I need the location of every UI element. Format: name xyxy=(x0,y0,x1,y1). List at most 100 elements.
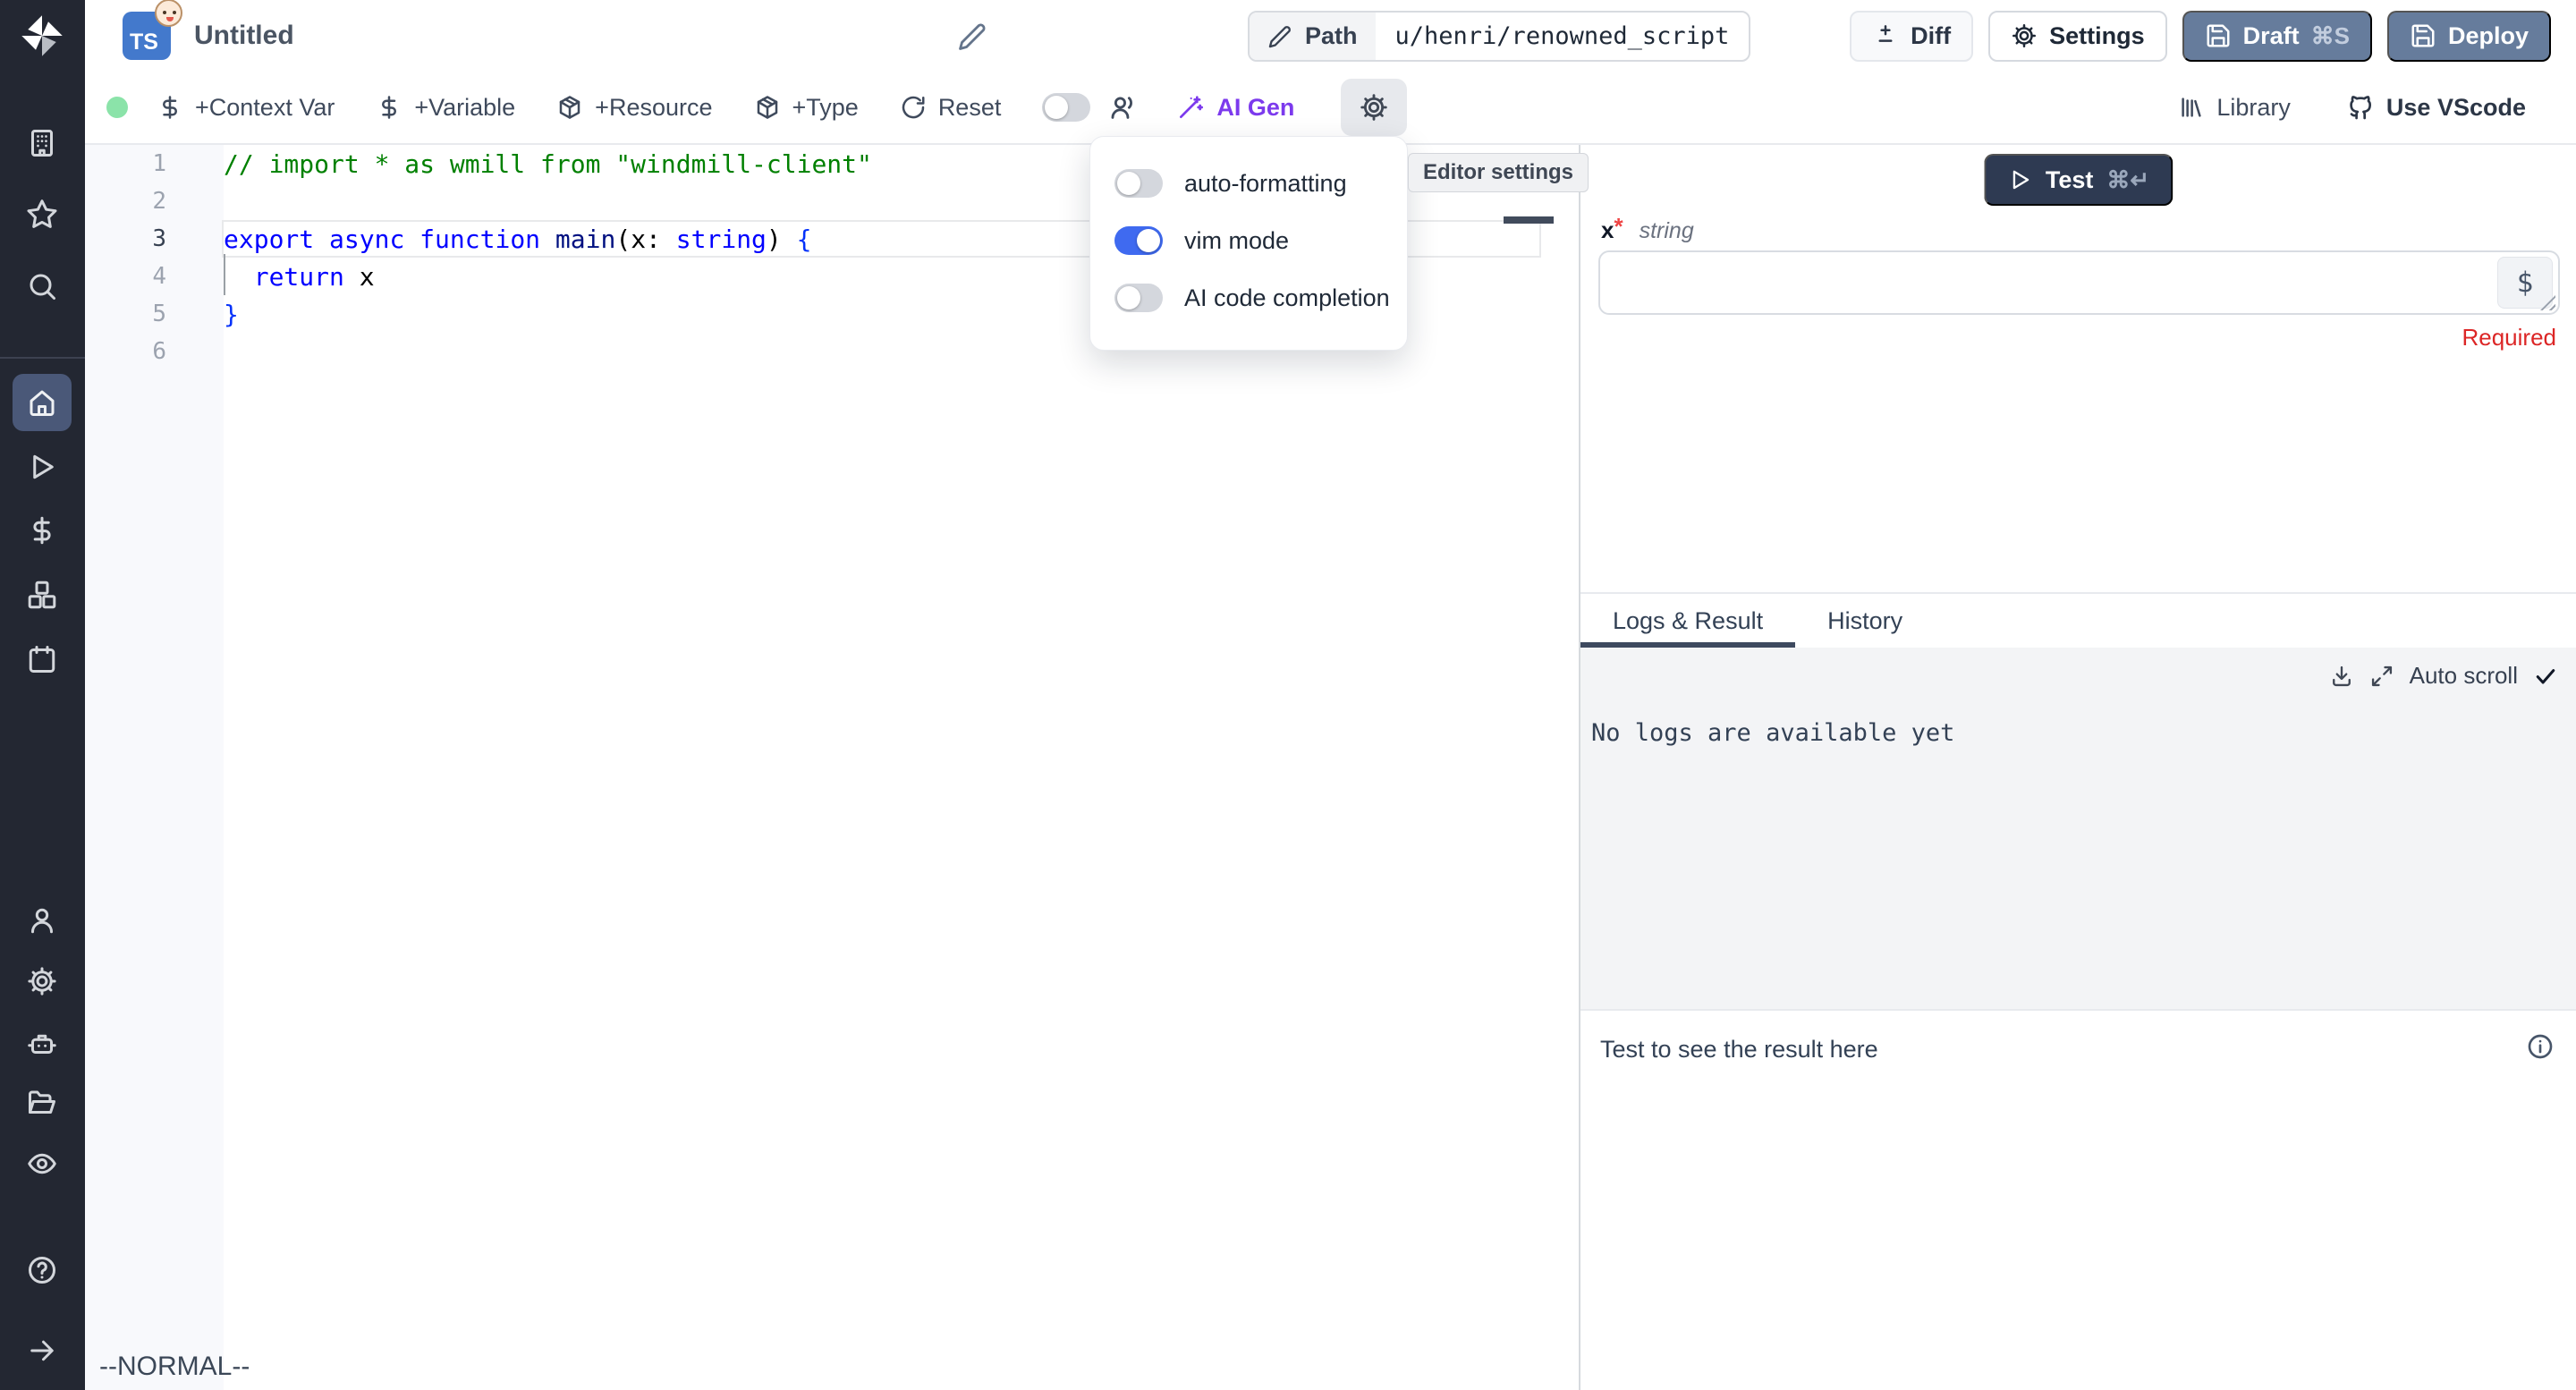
sidebar xyxy=(0,0,85,1390)
users-icon xyxy=(1108,92,1139,123)
path-field[interactable]: Path u/henri/renowned_script xyxy=(1248,11,1750,62)
audit-eye-icon[interactable] xyxy=(26,1148,58,1180)
line-number: 6 xyxy=(85,338,224,365)
argument-label: x*string xyxy=(1601,216,1694,244)
play-icon xyxy=(2007,167,2032,192)
magic-wand-icon xyxy=(1176,93,1205,122)
runs-play-icon[interactable] xyxy=(26,451,58,483)
schedules-calendar-icon[interactable] xyxy=(26,643,58,675)
building-icon[interactable] xyxy=(26,127,58,159)
required-note: Required xyxy=(2462,324,2556,352)
diff-button[interactable]: Diff xyxy=(1850,11,1973,62)
workers-bot-icon[interactable] xyxy=(26,1027,58,1059)
expand-sidebar-arrow-icon[interactable] xyxy=(26,1335,58,1367)
typescript-language-badge[interactable]: TS xyxy=(123,12,171,60)
editor-toolbar: +Context Var +Variable +Resource +Type R… xyxy=(85,72,2576,143)
reset-label: Reset xyxy=(938,94,1002,122)
add-context-var-button[interactable]: +Context Var xyxy=(157,94,335,122)
use-vscode-label: Use VScode xyxy=(2386,94,2526,122)
line-number: 2 xyxy=(85,188,224,215)
multiplayer-toggle[interactable] xyxy=(1042,93,1090,122)
edit-path-pencil-icon xyxy=(1267,24,1292,49)
code-text: // import * as wmill from "windmill-clie… xyxy=(224,149,872,179)
result-panel: Test to see the result here xyxy=(1580,1009,2576,1390)
tab-logs-result[interactable]: Logs & Result xyxy=(1580,594,1795,648)
add-resource-button[interactable]: +Resource xyxy=(556,94,712,122)
ai-code-completion-label: AI code completion xyxy=(1184,284,1390,312)
language-badge-label: TS xyxy=(130,30,158,55)
ai-code-completion-toggle[interactable] xyxy=(1114,284,1163,312)
add-variable-label: +Variable xyxy=(414,94,515,122)
editor-settings-button[interactable] xyxy=(1341,79,1407,136)
required-asterisk: * xyxy=(1614,213,1623,240)
no-logs-message: No logs are available yet xyxy=(1591,719,1954,747)
vim-mode-toggle[interactable] xyxy=(1114,226,1163,255)
library-button[interactable]: Library xyxy=(2178,94,2291,122)
diff-icon xyxy=(1872,22,1899,49)
topbar-actions: Diff Settings Draft ⌘S Deploy xyxy=(1850,11,2551,62)
settings-gear-icon[interactable] xyxy=(26,965,58,997)
resources-boxes-icon[interactable] xyxy=(26,579,58,611)
vim-mode-row[interactable]: vim mode xyxy=(1114,212,1407,269)
auto-formatting-label: auto-formatting xyxy=(1184,170,1347,198)
test-shortcut: ⌘↵ xyxy=(2106,166,2149,194)
line-number: 5 xyxy=(85,301,224,327)
expand-logs-icon[interactable] xyxy=(2369,664,2394,689)
user-icon[interactable] xyxy=(26,904,58,937)
auto-formatting-row[interactable]: auto-formatting xyxy=(1114,155,1407,212)
search-icon[interactable] xyxy=(26,270,58,302)
ai-gen-button[interactable]: AI Gen xyxy=(1176,93,1294,122)
deploy-button[interactable]: Deploy xyxy=(2387,11,2551,62)
script-title: Untitled xyxy=(194,21,294,51)
dollar-icon xyxy=(157,94,183,121)
package-icon xyxy=(556,94,583,121)
info-icon[interactable] xyxy=(2526,1032,2555,1061)
test-label: Test xyxy=(2046,166,2094,194)
github-icon xyxy=(2346,93,2375,122)
editor-settings-tooltip: Editor settings xyxy=(1408,153,1589,192)
argument-name: x xyxy=(1601,216,1614,243)
line-number: 1 xyxy=(85,150,224,177)
path-label: Path xyxy=(1305,22,1358,50)
test-button[interactable]: Test ⌘↵ xyxy=(1984,154,2173,206)
add-type-button[interactable]: +Type xyxy=(754,94,859,122)
result-placeholder: Test to see the result here xyxy=(1600,1036,1878,1064)
add-context-var-label: +Context Var xyxy=(195,94,335,122)
result-tabs: Logs & Result History xyxy=(1580,592,2576,648)
connection-status-dot xyxy=(106,97,128,118)
download-logs-icon[interactable] xyxy=(2329,664,2354,689)
draft-button[interactable]: Draft ⌘S xyxy=(2182,11,2372,62)
add-resource-label: +Resource xyxy=(595,94,712,122)
code-text: } xyxy=(224,300,239,329)
dollar-icon xyxy=(376,94,402,121)
dollar-button-label: $ xyxy=(2517,267,2534,299)
vim-mode-status: --NORMAL-- xyxy=(99,1352,250,1382)
reset-button[interactable]: Reset xyxy=(900,94,1002,122)
argument-input[interactable]: $ xyxy=(1598,250,2560,315)
windmill-script-editor: TS Untitled Path u/henri/renowned_script… xyxy=(0,0,2576,1390)
star-icon[interactable] xyxy=(26,198,58,230)
help-icon[interactable] xyxy=(26,1254,58,1286)
editor-settings-dropdown: auto-formatting vim mode AI code complet… xyxy=(1089,136,1408,351)
test-args-section: Test ⌘↵ x*string $ Required xyxy=(1580,145,2576,592)
sidebar-divider xyxy=(0,357,85,359)
auto-scroll-label: Auto scroll xyxy=(2410,662,2518,690)
settings-button[interactable]: Settings xyxy=(1988,11,2167,62)
run-panel: Test ⌘↵ x*string $ Required L xyxy=(1579,145,2576,1390)
rotate-icon xyxy=(900,94,927,121)
use-vscode-button[interactable]: Use VScode xyxy=(2346,93,2526,122)
logs-panel: Auto scroll No logs are available yet xyxy=(1580,648,2576,1009)
folders-icon[interactable] xyxy=(26,1087,58,1119)
insert-variable-dollar-button[interactable]: $ xyxy=(2497,257,2553,309)
auto-formatting-toggle[interactable] xyxy=(1114,169,1163,198)
tab-history[interactable]: History xyxy=(1795,594,1935,648)
overview-ruler-cursor-mark xyxy=(1504,216,1554,224)
variables-dollar-icon[interactable] xyxy=(26,514,58,547)
home-icon[interactable] xyxy=(26,386,58,419)
edit-summary-pencil-icon[interactable] xyxy=(957,21,987,52)
windmill-logo-icon[interactable] xyxy=(17,11,67,61)
auto-scroll-check-icon[interactable] xyxy=(2533,664,2558,689)
save-icon xyxy=(2205,22,2232,49)
ai-code-completion-row[interactable]: AI code completion xyxy=(1114,269,1407,326)
add-variable-button[interactable]: +Variable xyxy=(376,94,515,122)
